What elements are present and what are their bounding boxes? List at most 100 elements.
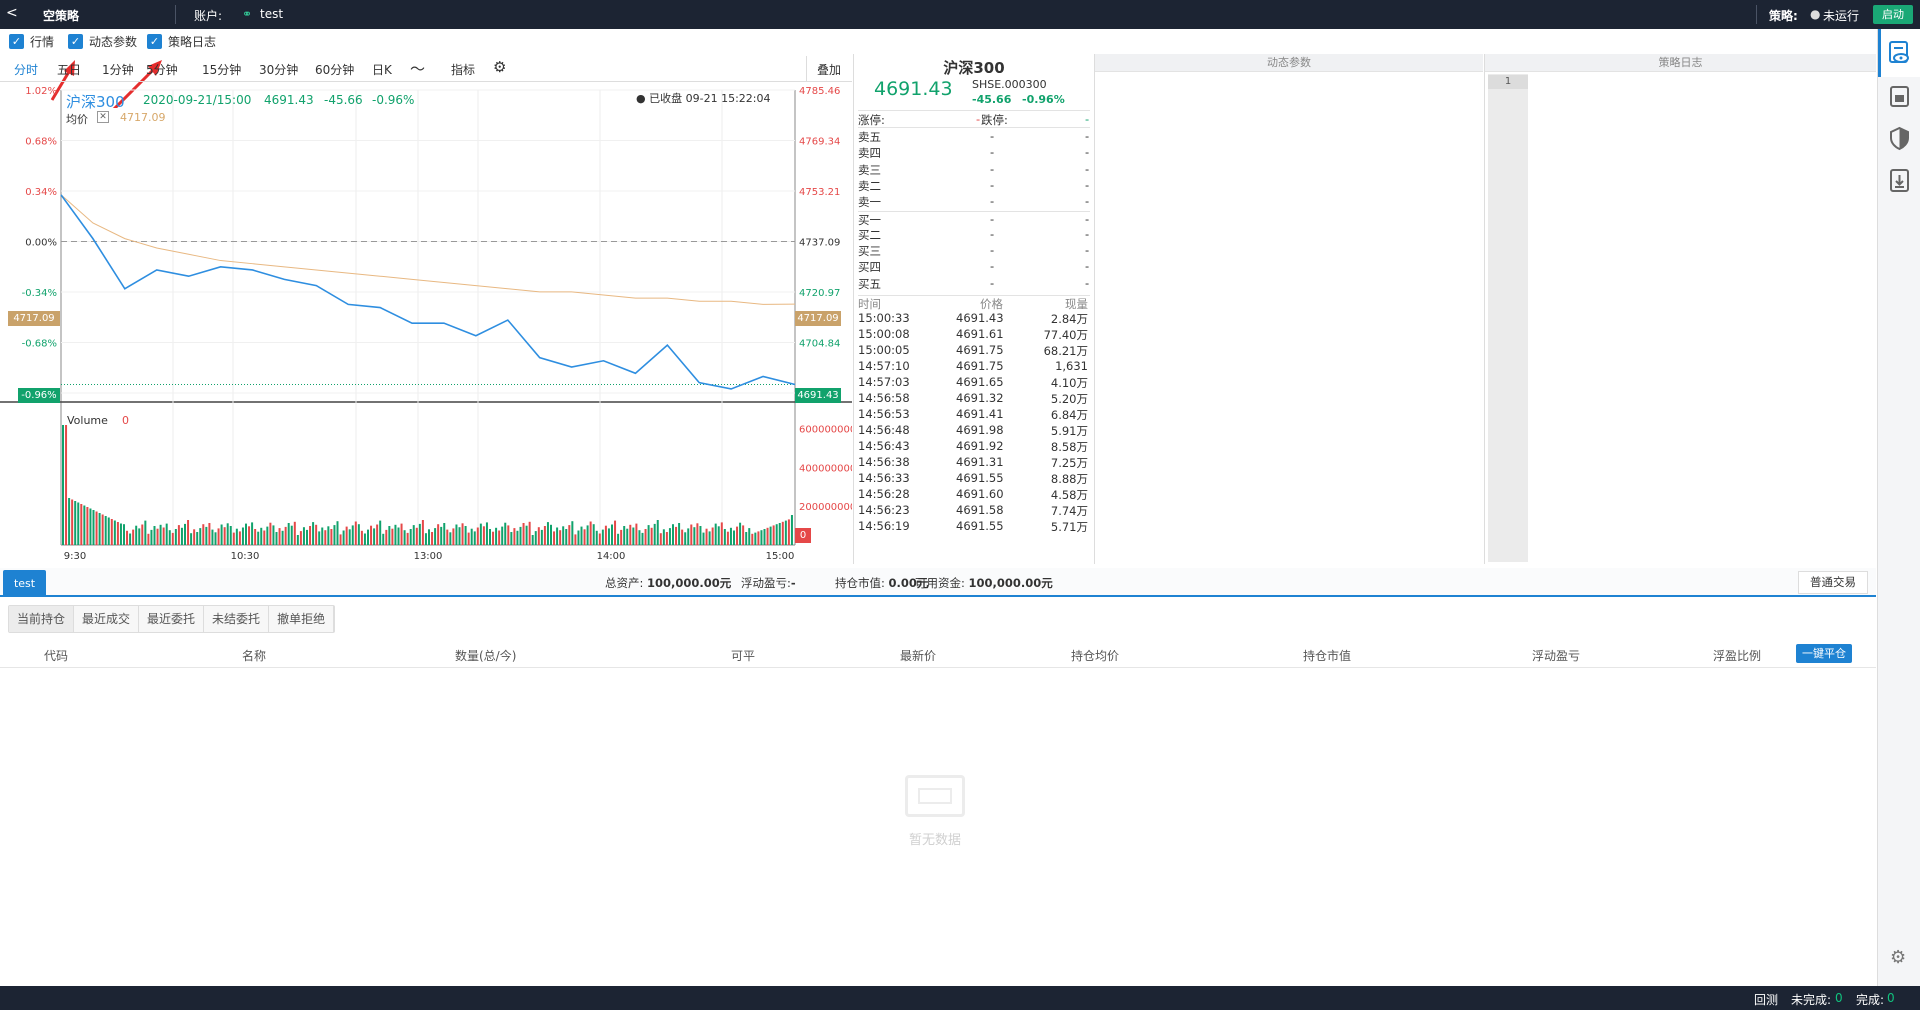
close-all-button[interactable]: 一键平仓: [1796, 644, 1852, 663]
volume-bar: [113, 520, 116, 545]
tick-volume: 5.71万: [1050, 520, 1088, 534]
volume-bar: [574, 534, 577, 545]
indicator-button[interactable]: 指标: [451, 61, 475, 78]
col-avg-cost[interactable]: 持仓均价: [1071, 647, 1119, 664]
volume-bar: [607, 528, 610, 545]
volume-bar: [781, 521, 784, 545]
col-pnl-ratio[interactable]: 浮盈比例: [1713, 647, 1761, 664]
col-float-pnl[interactable]: 浮动盈亏: [1532, 647, 1580, 664]
col-last-price[interactable]: 最新价: [900, 647, 936, 664]
volume-label: Volume: [67, 414, 108, 427]
empty-data-text: 暂无数据: [908, 833, 961, 848]
tick-price: 4691.55: [956, 519, 1004, 533]
volume-bar: [65, 425, 68, 545]
tab-1min[interactable]: 1分钟: [102, 61, 134, 78]
col-quantity[interactable]: 数量(总/今): [455, 647, 516, 664]
tab-daily[interactable]: 日K: [372, 61, 392, 78]
volume-bar: [473, 531, 476, 545]
book-level: 卖一: [858, 195, 881, 210]
volume-bar: [589, 521, 592, 545]
volume-bar: [449, 532, 452, 545]
left-tick-label: 0.68%: [25, 137, 57, 148]
backtest-label[interactable]: 回测: [1754, 991, 1778, 1008]
tab-5min[interactable]: 5分钟: [146, 61, 178, 78]
account-tab[interactable]: test: [3, 570, 46, 597]
tab-15min[interactable]: 15分钟: [202, 61, 241, 78]
col-market-value[interactable]: 持仓市值: [1303, 647, 1351, 664]
tick-row: 14:56:28 4691.60 4.58万: [858, 487, 1090, 503]
volume-bar: [604, 525, 607, 545]
volume-bar: [668, 528, 671, 545]
volume-bar: [647, 525, 650, 545]
tab-30min[interactable]: 30分钟: [259, 61, 298, 78]
volume-bar: [379, 520, 382, 545]
start-button[interactable]: 启动: [1873, 5, 1913, 24]
col-name[interactable]: 名称: [242, 647, 266, 664]
volume-bar: [729, 527, 732, 545]
subtab-rejected[interactable]: 撤单拒绝: [269, 606, 335, 632]
book-volume: -: [1085, 275, 1090, 290]
volume-bar: [138, 528, 141, 545]
volume-bar: [421, 520, 424, 545]
download-log-icon[interactable]: [1886, 167, 1913, 194]
tick-row: 14:56:19 4691.55 5.71万: [858, 519, 1090, 535]
line-style-icon[interactable]: 〜: [410, 58, 425, 79]
volume-bar: [489, 529, 491, 545]
volume-bar: [403, 530, 406, 545]
volume-bar: [757, 531, 760, 545]
tab-5day[interactable]: 五日: [57, 61, 81, 78]
tab-intraday[interactable]: 分时: [14, 61, 38, 78]
volume-badge: 0: [795, 528, 811, 543]
done-count: 0: [1887, 991, 1895, 1005]
log-gutter: [1488, 74, 1528, 562]
intraday-chart[interactable]: 1.02% 4785.46 0.68% 4769.34 0.34% 4753.21 0.00…: [0, 84, 856, 564]
col-closable[interactable]: 可平: [731, 647, 755, 664]
right-tick-label: 4785.46: [799, 86, 840, 97]
tick-time: 14:56:58: [858, 391, 910, 405]
volume-bar: [516, 530, 519, 545]
volume-bar: [711, 527, 714, 545]
volume-bar: [736, 526, 739, 545]
tab-60min[interactable]: 60分钟: [315, 61, 354, 78]
volume-bar: [522, 523, 525, 545]
volume-bar: [769, 526, 772, 545]
volume-bar: [702, 532, 705, 545]
shield-icon[interactable]: [1886, 125, 1913, 152]
volume-bar: [614, 520, 617, 545]
volume-bar: [68, 498, 71, 545]
overlay-button[interactable]: 叠加: [817, 61, 841, 78]
tick-time: 14:56:53: [858, 407, 910, 421]
chart-change: -45.66: [324, 93, 363, 107]
normal-trade-button[interactable]: 普通交易: [1798, 571, 1868, 594]
subtab-positions[interactable]: 当前持仓: [9, 606, 75, 632]
settings-icon[interactable]: ⚙: [493, 58, 506, 76]
link-icon: ⚭: [242, 7, 253, 21]
account-name[interactable]: test: [260, 7, 283, 21]
chart-svg: 1.02% 4785.46 0.68% 4769.34 0.34% 4753.21 0.00…: [0, 86, 856, 562]
tick-col-time: 时间: [858, 297, 881, 311]
x-tick-label: 13:00: [414, 551, 443, 562]
volume-bar: [766, 527, 769, 545]
volume-bar: [80, 504, 83, 545]
subtab-recent-orders[interactable]: 最近委托: [139, 606, 205, 632]
tick-time: 14:57:10: [858, 359, 910, 373]
settings-icon[interactable]: ⚙: [1890, 947, 1906, 968]
volume-bar: [641, 532, 644, 545]
book-level: 卖二: [858, 178, 881, 193]
volume-bar: [83, 505, 86, 545]
volume-bar: [302, 527, 305, 545]
order-book-row: 卖五 - -: [858, 129, 1090, 145]
book-level: 卖三: [858, 162, 881, 177]
dynamic-params-panel: 动态参数: [1094, 54, 1483, 564]
x-tick-label: 10:30: [231, 551, 260, 562]
back-icon[interactable]: <: [6, 5, 18, 21]
top-bar: < 空策略 账户: ⚭ test 策略: ● 未运行 启动: [0, 0, 1920, 29]
col-code[interactable]: 代码: [44, 647, 68, 664]
close-icon[interactable]: ✕: [97, 111, 109, 123]
tick-volume: 4.58万: [1050, 488, 1088, 502]
trade-record-icon[interactable]: [1886, 83, 1913, 110]
subtab-recent-trades[interactable]: 最近成交: [74, 606, 140, 632]
tick-row: 14:57:10 4691.75 1,631: [858, 359, 1090, 375]
subtab-open-orders[interactable]: 未结委托: [204, 606, 270, 632]
market-monitor-icon[interactable]: [1886, 39, 1913, 66]
